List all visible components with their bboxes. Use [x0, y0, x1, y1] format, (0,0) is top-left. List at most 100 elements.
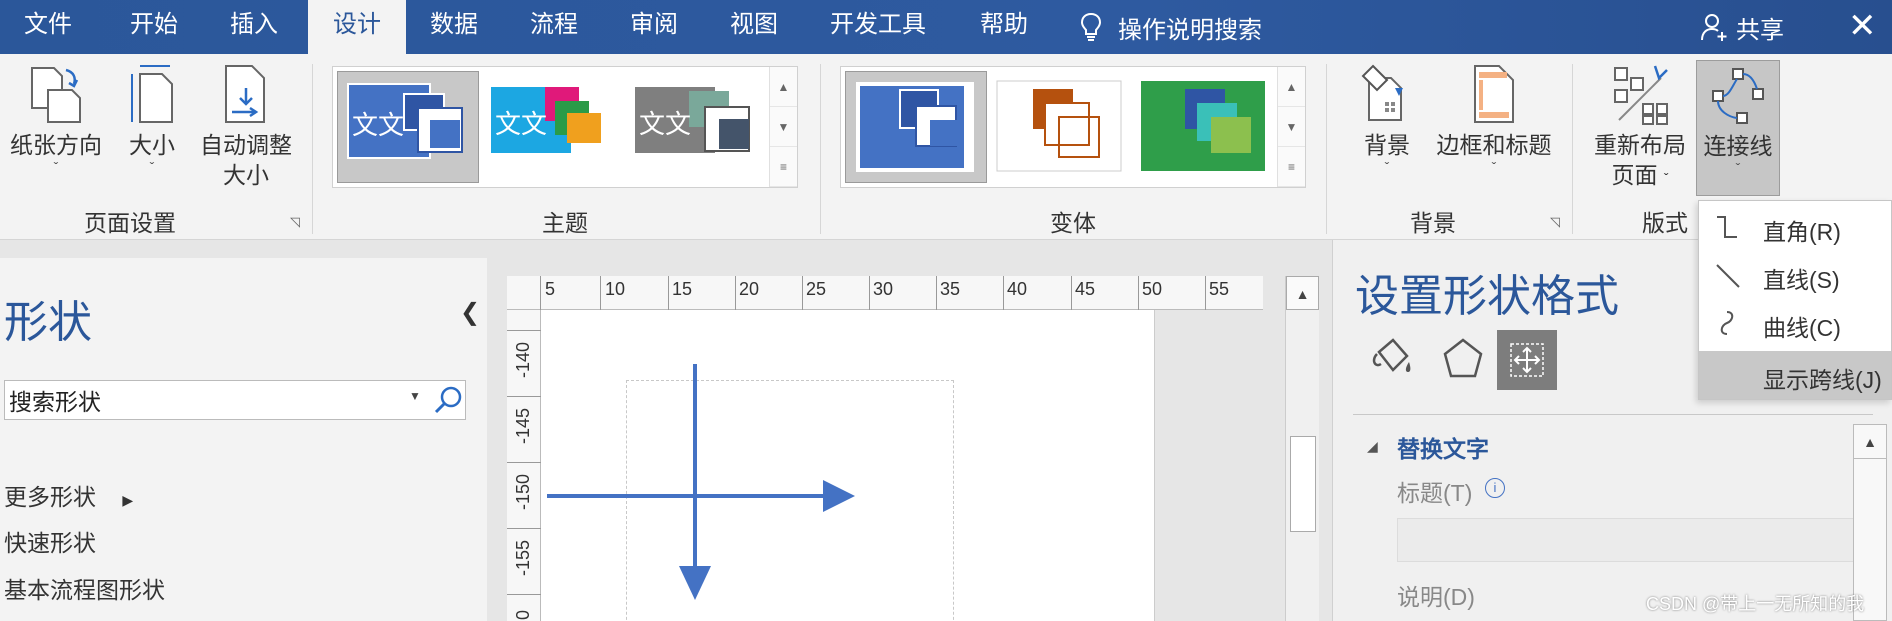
vertical-scrollbar[interactable]: ▲: [1285, 276, 1319, 621]
menu-item-right-angle[interactable]: 直角(R): [1699, 203, 1891, 251]
gallery-scroll[interactable]: ▲ ▼ ≡: [1277, 67, 1305, 187]
dialog-launcher-icon[interactable]: ◹: [1550, 214, 1560, 230]
tab-home[interactable]: 开始: [116, 0, 192, 54]
person-add-icon: [1701, 14, 1727, 41]
tab-process[interactable]: 流程: [516, 0, 592, 54]
svg-text:文文: 文文: [495, 110, 547, 140]
chevron-down-icon: ˇ: [1384, 159, 1390, 175]
gallery-more-icon[interactable]: ≡: [1278, 147, 1305, 187]
variants-group-label: 变体: [1050, 210, 1096, 236]
format-pane-title: 设置形状格式: [1355, 272, 1619, 321]
theme-preview-icon: 文文: [635, 87, 750, 153]
straight-connector-icon: [1713, 261, 1741, 295]
shape-search-box[interactable]: ▼: [4, 380, 466, 420]
share-button[interactable]: 共享: [1700, 0, 1784, 54]
gallery-scroll[interactable]: ▲ ▼ ≡: [769, 67, 797, 187]
scroll-up-icon[interactable]: ▲: [770, 67, 797, 107]
orientation-button[interactable]: 纸张方向 ˇ: [4, 64, 108, 174]
drawing-page[interactable]: [541, 310, 1155, 621]
tab-developer[interactable]: 开发工具: [816, 0, 940, 54]
relayout-icon: [1614, 65, 1668, 125]
tab-help[interactable]: 帮助: [966, 0, 1042, 54]
dropdown-arrow-icon[interactable]: ▼: [409, 389, 421, 403]
menu-item-label: 直角(R): [1763, 219, 1841, 245]
variants-gallery: ▲ ▼ ≡: [840, 66, 1306, 188]
tab-review[interactable]: 审阅: [616, 0, 692, 54]
fill-line-icon[interactable]: [1361, 330, 1421, 390]
themes-group-label: 主题: [542, 210, 588, 236]
basic-flowchart-shapes-link[interactable]: 基本流程图形状: [4, 571, 165, 605]
ruler-number: 20: [739, 279, 760, 299]
size-properties-icon[interactable]: [1497, 330, 1557, 390]
ruler-number: 25: [806, 279, 827, 299]
ruler-number: -155: [513, 539, 533, 576]
description-field-label: 说明(D): [1397, 584, 1475, 610]
size-button[interactable]: 大小 ˇ: [118, 64, 186, 174]
variant-tile-3[interactable]: [1137, 71, 1279, 183]
variant-preview-icon: [1141, 81, 1265, 171]
effects-pentagon-icon[interactable]: [1433, 330, 1493, 390]
svg-text:文文: 文文: [639, 110, 691, 140]
scroll-up-icon[interactable]: ▲: [1286, 276, 1319, 310]
relayout-page-button[interactable]: 重新布局 页面 ˇ: [1590, 64, 1690, 193]
background-button[interactable]: 背景 ˇ: [1352, 64, 1422, 174]
ruler-number: 40: [1007, 279, 1028, 299]
theme-tile-2[interactable]: 文文: [485, 71, 627, 183]
scrollbar-thumb[interactable]: [1290, 436, 1316, 532]
tab-insert[interactable]: 插入: [216, 0, 292, 54]
tab-file[interactable]: 文件: [10, 0, 86, 54]
info-icon[interactable]: i: [1485, 478, 1505, 498]
close-icon[interactable]: ✕: [1848, 6, 1877, 46]
variant-preview-icon: [996, 80, 1122, 172]
tab-data[interactable]: 数据: [416, 0, 492, 54]
chevron-down-icon: ˇ: [53, 159, 59, 175]
scroll-down-icon[interactable]: ▼: [1278, 107, 1305, 147]
watermark: CSDN @带上一无所知的我: [1646, 594, 1865, 614]
relayout-label-1: 重新布局: [1594, 132, 1686, 158]
collapse-pane-icon[interactable]: ❮: [460, 298, 480, 327]
shape-search-input[interactable]: [9, 385, 399, 415]
connectors-icon: [1712, 68, 1764, 124]
group-separator: [1572, 64, 1573, 234]
shapes-pane-title: 形状: [4, 298, 92, 347]
themes-gallery: 文文 文文 文文 ▲ ▼ ≡: [332, 66, 798, 188]
scroll-up-icon[interactable]: ▲: [1854, 425, 1886, 459]
menu-item-curved[interactable]: 曲线(C): [1699, 299, 1891, 347]
arrowhead-down-icon: [679, 566, 711, 600]
lightbulb-icon: [1080, 12, 1102, 41]
tab-design[interactable]: 设计: [308, 0, 406, 54]
connectors-button[interactable]: 连接线 ˇ: [1696, 60, 1780, 196]
ruler-number: 5: [545, 279, 556, 299]
scroll-up-icon[interactable]: ▲: [1278, 67, 1305, 107]
menu-item-label: 显示跨线(J): [1763, 367, 1882, 393]
ruler-number: 30: [873, 279, 894, 299]
ruler-number: -140: [513, 341, 533, 378]
connector-drawing: [547, 364, 855, 600]
menu-item-straight[interactable]: 直线(S): [1699, 251, 1891, 299]
menu-item-show-jumps[interactable]: 显示跨线(J): [1699, 351, 1891, 399]
ruler-number: -150: [513, 473, 533, 510]
group-separator: [820, 64, 821, 234]
ruler-number: 45: [1075, 279, 1096, 299]
gallery-more-icon[interactable]: ≡: [770, 147, 797, 187]
alt-text-title-input[interactable]: [1397, 518, 1857, 562]
curved-connector-icon: [1713, 309, 1741, 343]
scroll-down-icon[interactable]: ▼: [770, 107, 797, 147]
theme-tile-1[interactable]: 文文: [337, 71, 479, 183]
theme-preview-icon: 文文: [491, 87, 601, 153]
variant-tile-1[interactable]: [845, 71, 987, 183]
alt-text-section-header[interactable]: 替换文字: [1369, 430, 1489, 464]
theme-tile-3[interactable]: 文文: [629, 71, 771, 183]
borders-titles-button[interactable]: 边框和标题 ˇ: [1432, 64, 1556, 174]
variant-tile-2[interactable]: [993, 71, 1135, 183]
quick-shapes-link[interactable]: 快速形状: [4, 524, 96, 558]
dialog-launcher-icon[interactable]: ◹: [290, 214, 300, 230]
tell-me-search[interactable]: 操作说明搜索: [1080, 0, 1262, 54]
auto-size-button[interactable]: 自动调整 大小: [194, 64, 298, 190]
ruler-number: 15: [672, 279, 693, 299]
orientation-label: 纸张方向: [10, 132, 102, 158]
search-icon[interactable]: [433, 385, 463, 420]
more-shapes-link[interactable]: 更多形状 ▶: [4, 478, 133, 512]
borders-titles-label: 边框和标题: [1436, 132, 1552, 158]
tab-view[interactable]: 视图: [716, 0, 792, 54]
